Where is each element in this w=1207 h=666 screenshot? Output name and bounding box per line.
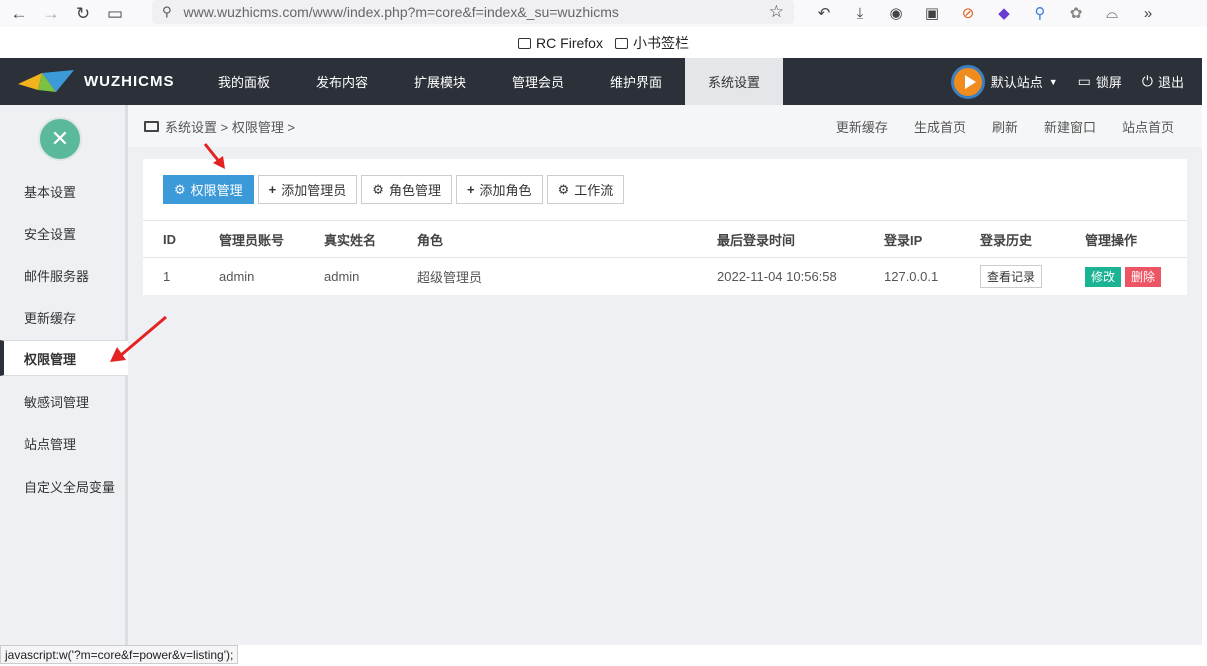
gears-icon: ⚙ [174, 181, 186, 197]
top-nav: 我的面板 发布内容 扩展模块 管理会员 维护界面 系统设置 [195, 58, 783, 105]
annotation-arrow-icon [203, 143, 225, 169]
reader-view-icon[interactable]: ▭ [102, 3, 128, 25]
view-history-button[interactable]: 查看记录 [980, 265, 1043, 288]
tools-icon: ✕ [38, 117, 82, 161]
site-avatar [950, 64, 985, 99]
cell-id: 1 [163, 269, 171, 284]
cell-account: admin [219, 269, 255, 284]
app-header: WUZHICMS 我的面板 发布内容 扩展模块 管理会员 维护界面 系统设置 默… [0, 58, 1202, 105]
cell-role: 超级管理员 [417, 270, 483, 285]
add-admin-button[interactable]: + 添加管理员 [257, 175, 358, 204]
site-home-link[interactable]: 站点首页 [1122, 117, 1174, 136]
sidebar: ✕ 基本设置 安全设置 邮件服务器 更新缓存 权限管理 敏感词管理 站点管理 自… [0, 105, 128, 645]
logout-button[interactable]: ⏻ 退出 [1142, 72, 1184, 91]
col-realname: 真实姓名 [324, 232, 377, 248]
annotation-arrow-icon [110, 315, 167, 362]
window-edge [1202, 58, 1207, 666]
tab-toolbar: ⚙ 权限管理 + 添加管理员 ⚙ 角色管理 + 添加角色 ⚙ 工作流 [163, 175, 625, 204]
page-actions: 更新缓存 生成首页 刷新 新建窗口 站点首页 [836, 117, 1174, 136]
status-bar: javascript:w('?m=core&f=power&v=listing'… [0, 645, 239, 664]
folder-icon [614, 37, 628, 49]
tab-permissions[interactable]: ⚙ 权限管理 [163, 175, 254, 204]
site-selector[interactable]: 默认站点 ▼ [950, 64, 1058, 99]
extension-icon[interactable]: ✿ [1058, 2, 1094, 24]
bookmark-folder[interactable]: RC Firefox [518, 35, 603, 51]
download-icon[interactable]: ⤓ [842, 2, 878, 24]
caret-down-icon: ▼ [1048, 76, 1058, 87]
refresh-link[interactable]: 刷新 [992, 117, 1018, 136]
col-history: 登录历史 [980, 232, 1033, 248]
generate-home-link[interactable]: 生成首页 [914, 117, 966, 136]
col-actions: 管理操作 [1085, 232, 1138, 248]
sidebar-item-sensitive-words[interactable]: 敏感词管理 [0, 383, 128, 419]
edit-button[interactable]: 修改 [1085, 267, 1122, 287]
delete-button[interactable]: 删除 [1125, 267, 1162, 287]
nav-interface[interactable]: 维护界面 [587, 58, 685, 105]
extension-toolbar: ↶ ⤓ ◉ ▣ ⊘ ◆ ⚲ ✿ ⌓ » [806, 2, 1166, 24]
overflow-menu-icon[interactable]: » [1130, 2, 1166, 24]
logo-icon [18, 69, 74, 92]
content-panel: ⚙ 权限管理 + 添加管理员 ⚙ 角色管理 + 添加角色 ⚙ 工作流 ID 管理员账号 真… [143, 159, 1187, 295]
bookmarks-bar: RC Firefox 小书签栏 [0, 30, 1207, 56]
sidebar-item-basic[interactable]: 基本设置 [0, 173, 128, 209]
nav-publish[interactable]: 发布内容 [293, 58, 391, 105]
pin-icon[interactable]: ⚲ [1022, 2, 1058, 24]
main-content: 系统设置 > 权限管理 > 更新缓存 生成首页 刷新 新建窗口 站点首页 ⚙ 权限… [128, 105, 1202, 645]
sidebar-item-sites[interactable]: 站点管理 [0, 425, 128, 461]
screenshot-icon[interactable]: ◉ [878, 2, 914, 24]
bookmark-folder[interactable]: 小书签栏 [614, 33, 689, 53]
col-ip: 登录IP [884, 232, 923, 248]
url-text[interactable]: www.wuzhicms.com/www/index.php?m=core&f=… [184, 4, 619, 20]
gears-icon: ⚙ [372, 181, 384, 197]
extension-icon[interactable]: ▣ [914, 2, 950, 24]
plus-icon: + [466, 182, 475, 197]
page-info-icon[interactable]: ⚲ [162, 4, 172, 20]
cell-realname: admin [324, 269, 360, 284]
reload-icon[interactable]: ↻ [70, 3, 96, 25]
cell-ip: 127.0.0.1 [884, 269, 939, 284]
gears-icon: ⚙ [557, 181, 570, 197]
undo-icon[interactable]: ↶ [806, 2, 842, 24]
lock-screen-button[interactable]: ▭ 锁屏 [1078, 72, 1122, 91]
sidebar-item-security[interactable]: 安全设置 [0, 215, 128, 251]
col-role: 角色 [417, 232, 444, 248]
extension-icon[interactable]: ⊘ [950, 2, 986, 24]
header-actions: 默认站点 ▼ ▭ 锁屏 ⏻ 退出 [950, 58, 1202, 105]
nav-system-settings[interactable]: 系统设置 [685, 58, 783, 105]
add-role-button[interactable]: + 添加角色 [455, 175, 543, 204]
table-header: ID 管理员账号 真实姓名 角色 最后登录时间 登录IP 登录历史 管理操作 [143, 220, 1187, 258]
extension-icon[interactable]: ◆ [986, 2, 1022, 24]
folder-icon [518, 37, 532, 49]
workflow-button[interactable]: ⚙ 工作流 [546, 175, 625, 204]
forward-arrow-icon[interactable]: → [38, 3, 64, 25]
role-manage-button[interactable]: ⚙ 角色管理 [361, 175, 452, 204]
monitor-icon [144, 120, 159, 132]
nav-dashboard[interactable]: 我的面板 [195, 58, 293, 105]
back-arrow-icon[interactable]: ← [6, 3, 32, 25]
bookmark-star-icon[interactable]: ☆ [769, 2, 784, 22]
table-row: 1 admin admin 超级管理员 2022-11-04 10:56:58 … [143, 258, 1187, 295]
new-window-link[interactable]: 新建窗口 [1044, 117, 1096, 136]
logo-text: WUZHICMS [84, 73, 175, 90]
sidebar-item-global-vars[interactable]: 自定义全局变量 [0, 468, 128, 504]
extension-icon[interactable]: ⌓ [1094, 2, 1130, 24]
sidebar-item-mail[interactable]: 邮件服务器 [0, 257, 128, 293]
cell-last-login: 2022-11-04 10:56:58 [717, 269, 837, 284]
nav-modules[interactable]: 扩展模块 [391, 58, 489, 105]
breadcrumb-bar: 系统设置 > 权限管理 > 更新缓存 生成首页 刷新 新建窗口 站点首页 [128, 105, 1202, 147]
col-id: ID [163, 231, 176, 247]
col-account: 管理员账号 [219, 232, 285, 248]
plus-icon: + [268, 182, 277, 197]
address-bar[interactable]: ⚲ www.wuzhicms.com/www/index.php?m=core&… [152, 0, 794, 24]
col-last-login: 最后登录时间 [717, 232, 796, 248]
breadcrumb: 系统设置 > 权限管理 > [144, 117, 295, 136]
power-icon: ⏻ [1141, 73, 1153, 89]
nav-members[interactable]: 管理会员 [489, 58, 587, 105]
refresh-cache-link[interactable]: 更新缓存 [836, 117, 888, 136]
monitor-icon: ▭ [1077, 73, 1091, 89]
row-actions: 修改 删除 [1085, 267, 1162, 287]
logo[interactable]: WUZHICMS [0, 58, 195, 105]
